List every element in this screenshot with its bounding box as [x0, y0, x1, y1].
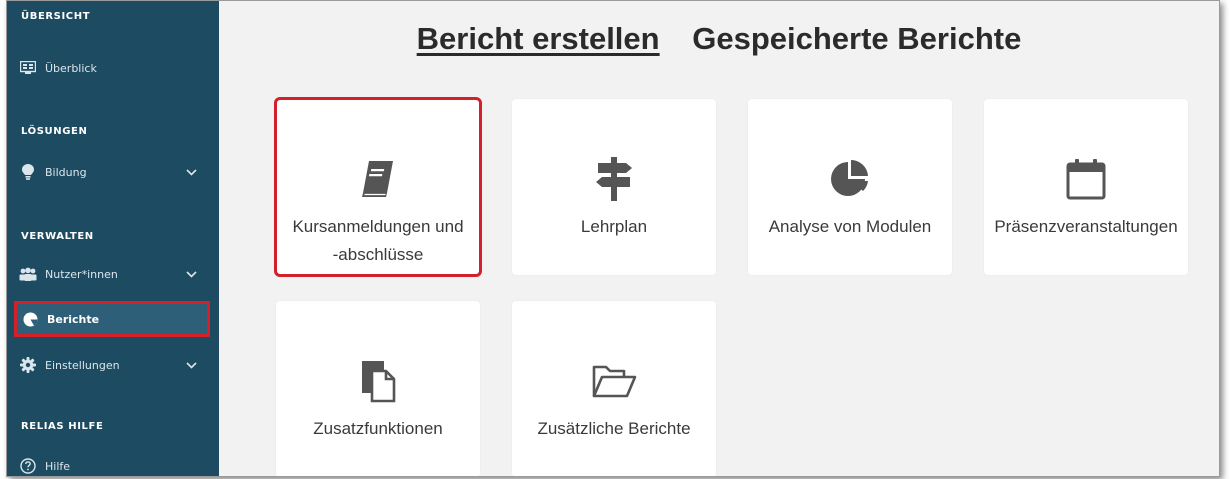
sidebar-item-help[interactable]: Hilfe — [15, 451, 211, 476]
sidebar-item-label: Hilfe — [45, 459, 71, 473]
pie-chart-icon — [21, 310, 39, 328]
tab-saved-reports[interactable]: Gespeicherte Berichte — [692, 21, 1021, 57]
sidebar-item-label: Überblick — [45, 61, 97, 75]
chevron-down-icon — [186, 268, 197, 281]
lightbulb-icon — [19, 163, 37, 181]
section-title-help: RELIAS HILFE — [21, 421, 104, 432]
card-curriculum[interactable]: Lehrplan — [512, 99, 716, 275]
users-icon — [19, 265, 37, 283]
sidebar-item-users[interactable]: Nutzer*innen — [15, 259, 211, 289]
sidebar-item-label: Nutzer*innen — [45, 267, 118, 281]
card-label: Lehrplan — [580, 217, 648, 236]
card-module-analysis[interactable]: Analyse von Modulen — [748, 99, 952, 275]
section-title-manage: VERWALTEN — [21, 231, 94, 242]
card-label: Zusätzliche Berichte — [537, 419, 691, 438]
card-label: Zusatzfunktionen — [313, 419, 443, 438]
card-label: Analyse von Modulen — [768, 217, 932, 236]
card-additional-reports[interactable]: Zusätzliche Berichte — [512, 301, 716, 476]
sidebar-item-reports[interactable]: Berichte — [14, 301, 210, 337]
gear-icon — [19, 356, 37, 374]
card-label: Kursanmeldungen und -abschlüsse — [292, 217, 464, 264]
section-title-overview: ÜBERSICHT — [21, 11, 91, 22]
sidebar-item-settings[interactable]: Einstellungen — [15, 350, 211, 380]
sidebar-item-label: Bildung — [45, 165, 87, 179]
help-circle-icon — [19, 457, 37, 475]
report-tabs: Bericht erstellen Gespeicherte Berichte — [219, 21, 1219, 57]
documents-icon — [276, 359, 480, 403]
sidebar-item-overview[interactable]: Überblick — [15, 53, 211, 83]
main-content: Bericht erstellen Gespeicherte Berichte … — [219, 1, 1219, 476]
sidebar: ÜBERSICHT Überblick LÖSUNGEN Bildung VER… — [7, 1, 219, 476]
card-label: Präsenzveranstaltungen — [994, 217, 1178, 236]
chevron-down-icon — [186, 359, 197, 372]
card-classroom-events[interactable]: Präsenzveranstaltungen — [984, 99, 1188, 275]
calendar-icon — [984, 157, 1188, 201]
sidebar-item-education[interactable]: Bildung — [15, 157, 211, 187]
dashboard-icon — [19, 59, 37, 77]
app-window: ÜBERSICHT Überblick LÖSUNGEN Bildung VER… — [6, 0, 1220, 477]
pie-chart-icon — [748, 157, 952, 201]
chevron-down-icon — [186, 166, 197, 179]
sidebar-item-label: Berichte — [47, 312, 100, 326]
sidebar-item-label: Einstellungen — [45, 358, 120, 372]
tab-create-report[interactable]: Bericht erstellen — [417, 21, 660, 57]
book-icon — [276, 157, 480, 201]
section-title-solutions: LÖSUNGEN — [21, 126, 88, 137]
folder-open-icon — [512, 359, 716, 403]
card-additional-functions[interactable]: Zusatzfunktionen — [276, 301, 480, 476]
card-course-enrollments[interactable]: Kursanmeldungen und -abschlüsse — [274, 97, 482, 277]
signpost-icon — [512, 157, 716, 201]
